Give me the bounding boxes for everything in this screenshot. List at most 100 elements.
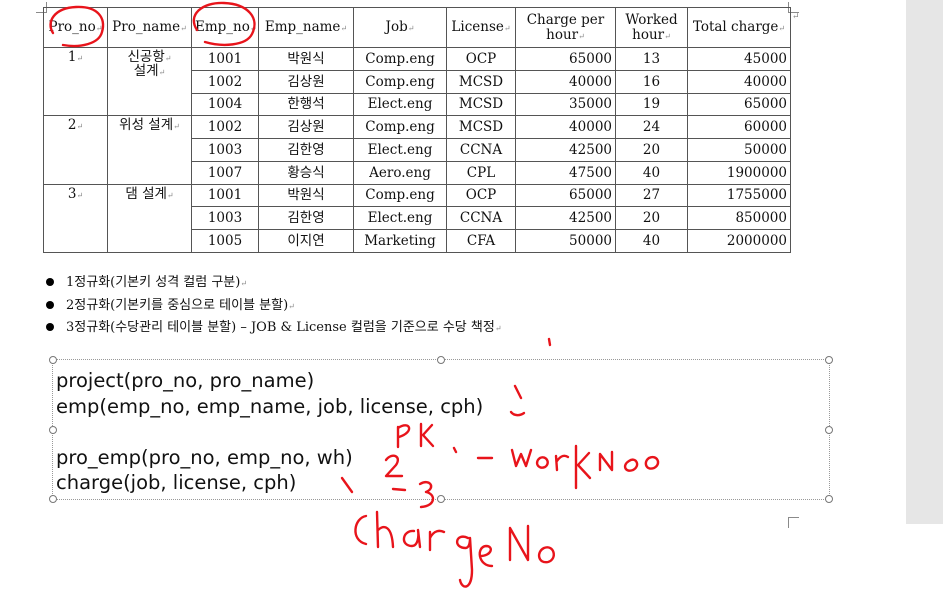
cell-total-charge: 2000000 bbox=[687, 229, 791, 253]
cell-license: MCSD bbox=[446, 115, 516, 140]
paragraph-mark: ↵ bbox=[792, 12, 800, 22]
cell-license: CCNA bbox=[446, 206, 516, 231]
cell-pro-name: 댐 설계↵ bbox=[107, 183, 192, 254]
schema-line: emp(emp_no, emp_name, job, license, cph) bbox=[56, 394, 484, 418]
header-charge-per-hour: Charge per hour↵ bbox=[515, 7, 616, 48]
bullet-icon bbox=[46, 300, 54, 309]
cell-pro-name: 신공항↵ 설계↵ bbox=[107, 46, 192, 117]
cell-license: CFA bbox=[446, 229, 516, 253]
cell-job: Elect.eng bbox=[353, 206, 447, 231]
ink-word-charge bbox=[354, 514, 368, 546]
cell-charge-per-hour: 40000 bbox=[515, 69, 616, 94]
resize-handle-top-right[interactable] bbox=[825, 356, 833, 364]
schema-line: charge(job, license, cph) bbox=[56, 471, 297, 494]
cell-job: Comp.eng bbox=[353, 183, 447, 208]
header-pro-name: Pro_name↵ bbox=[107, 7, 192, 48]
resize-handle-top[interactable] bbox=[437, 356, 445, 364]
header-license: License↵ bbox=[446, 7, 516, 48]
cell-emp-no: 1001 bbox=[191, 183, 259, 208]
resize-handle-bottom-left[interactable] bbox=[49, 495, 57, 503]
cell-emp-name: 김한영 bbox=[258, 206, 354, 231]
list-item: 1정규화(기본키 성격 컬럼 구분)↵ bbox=[42, 272, 502, 295]
cell-emp-no: 1007 bbox=[191, 160, 259, 185]
cell-charge-per-hour: 42500 bbox=[515, 206, 616, 231]
cell-worked-hour: 13 bbox=[615, 47, 688, 71]
cell-charge-per-hour: 65000 bbox=[515, 183, 616, 208]
cell-worked-hour: 19 bbox=[615, 92, 688, 117]
cell-total-charge: 1900000 bbox=[687, 160, 791, 185]
cell-emp-name: 박원식 bbox=[258, 183, 354, 208]
cell-emp-no: 1002 bbox=[191, 69, 259, 94]
cell-job: Marketing bbox=[353, 229, 447, 253]
cell-charge-per-hour: 47500 bbox=[515, 160, 616, 185]
ink-word-no bbox=[508, 524, 530, 562]
cell-emp-name: 김상원 bbox=[258, 115, 354, 140]
employee-charge-table: Pro_no↵ Pro_name↵ Emp_no↵ Emp_name↵ Job↵… bbox=[43, 7, 791, 254]
cell-job: Comp.eng bbox=[353, 115, 447, 140]
resize-handle-right[interactable] bbox=[825, 426, 833, 434]
header-worked-hour: Worked hour↵ bbox=[615, 7, 688, 48]
cell-total-charge: 40000 bbox=[687, 69, 791, 94]
ink-word-no bbox=[537, 546, 555, 564]
schema-line: project(pro_no, pro_name) bbox=[56, 369, 315, 392]
cell-charge-per-hour: 42500 bbox=[515, 138, 616, 162]
cell-job: Elect.eng bbox=[353, 92, 447, 117]
cell-license: CCNA bbox=[446, 138, 516, 162]
cell-emp-name: 이지연 bbox=[258, 229, 354, 253]
cell-emp-name: 박원식 bbox=[258, 47, 354, 71]
cell-job: Aero.eng bbox=[353, 160, 447, 185]
ink-tick bbox=[547, 337, 552, 347]
cell-license: MCSD bbox=[446, 69, 516, 94]
bullet-icon bbox=[46, 323, 54, 331]
cell-license: OCP bbox=[446, 47, 516, 71]
cell-worked-hour: 20 bbox=[615, 138, 688, 162]
cell-total-charge: 45000 bbox=[687, 47, 791, 71]
normalization-steps-list: 1정규화(기본키 성격 컬럼 구분)↵ 2정규화(기본키를 중심으로 테이블 분… bbox=[42, 272, 502, 340]
cell-charge-per-hour: 35000 bbox=[515, 92, 616, 117]
header-job: Job↵ bbox=[353, 7, 447, 48]
cell-emp-no: 1003 bbox=[191, 206, 259, 231]
header-emp-no: Emp_no↵ bbox=[191, 7, 259, 48]
cell-total-charge: 50000 bbox=[687, 138, 791, 162]
resize-handle-bottom[interactable] bbox=[437, 495, 445, 503]
cell-job: Comp.eng bbox=[353, 47, 447, 71]
cell-total-charge: 850000 bbox=[687, 206, 791, 231]
cell-worked-hour: 20 bbox=[615, 206, 688, 231]
cell-job: Elect.eng bbox=[353, 138, 447, 162]
cell-emp-name: 한행석 bbox=[258, 92, 354, 117]
ink-word-charge bbox=[402, 528, 422, 549]
bullet-icon bbox=[46, 278, 54, 286]
cell-emp-no: 1001 bbox=[191, 47, 259, 71]
cell-license: MCSD bbox=[446, 92, 516, 117]
table-row: 1↵ 신공항↵ 설계↵ 1001 박원식 Comp.eng OCP 65000 1… bbox=[43, 46, 791, 117]
cell-pro-no: 2↵ bbox=[43, 115, 108, 185]
cell-worked-hour: 40 bbox=[615, 229, 688, 253]
cell-total-charge: 60000 bbox=[687, 115, 791, 140]
cell-emp-name: 김한영 bbox=[258, 138, 354, 162]
cell-charge-per-hour: 65000 bbox=[515, 47, 616, 71]
table-header-row: Pro_no↵ Pro_name↵ Emp_no↵ Emp_name↵ Job↵… bbox=[43, 7, 791, 48]
ink-word-charge bbox=[456, 535, 474, 588]
resize-handle-bottom-right[interactable] bbox=[825, 495, 833, 503]
cell-charge-per-hour: 40000 bbox=[515, 115, 616, 140]
schema-line bbox=[56, 419, 483, 445]
header-pro-no: Pro_no↵ bbox=[43, 7, 108, 48]
cell-worked-hour: 16 bbox=[615, 69, 688, 94]
table-row: 2↵ 위성 설계↵ 1002 김상원 Comp.eng MCSD 40000 2… bbox=[43, 115, 791, 185]
cell-pro-name: 위성 설계↵ bbox=[107, 115, 192, 185]
cell-total-charge: 65000 bbox=[687, 92, 791, 117]
vertical-scrollbar-track[interactable] bbox=[906, 0, 943, 524]
cell-charge-per-hour: 50000 bbox=[515, 229, 616, 253]
resize-handle-top-left[interactable] bbox=[49, 356, 57, 364]
list-item: 3정규화(수당관리 테이블 분할) – JOB & License 컬럼을 기준… bbox=[42, 317, 502, 340]
list-item: 2정규화(기본키를 중심으로 테이블 분할)↵ bbox=[42, 295, 502, 318]
cell-job: Comp.eng bbox=[353, 69, 447, 94]
ink-word-charge bbox=[375, 510, 395, 549]
header-emp-name: Emp_name↵ bbox=[258, 7, 354, 48]
ink-word-charge bbox=[478, 544, 494, 568]
cell-license: OCP bbox=[446, 183, 516, 208]
cell-pro-no: 3↵ bbox=[43, 183, 108, 254]
header-total-charge: Total charge↵ bbox=[687, 7, 791, 48]
schema-definitions[interactable]: project(pro_no, pro_name) emp(emp_no, em… bbox=[56, 368, 483, 496]
cell-total-charge: 1755000 bbox=[687, 183, 791, 208]
